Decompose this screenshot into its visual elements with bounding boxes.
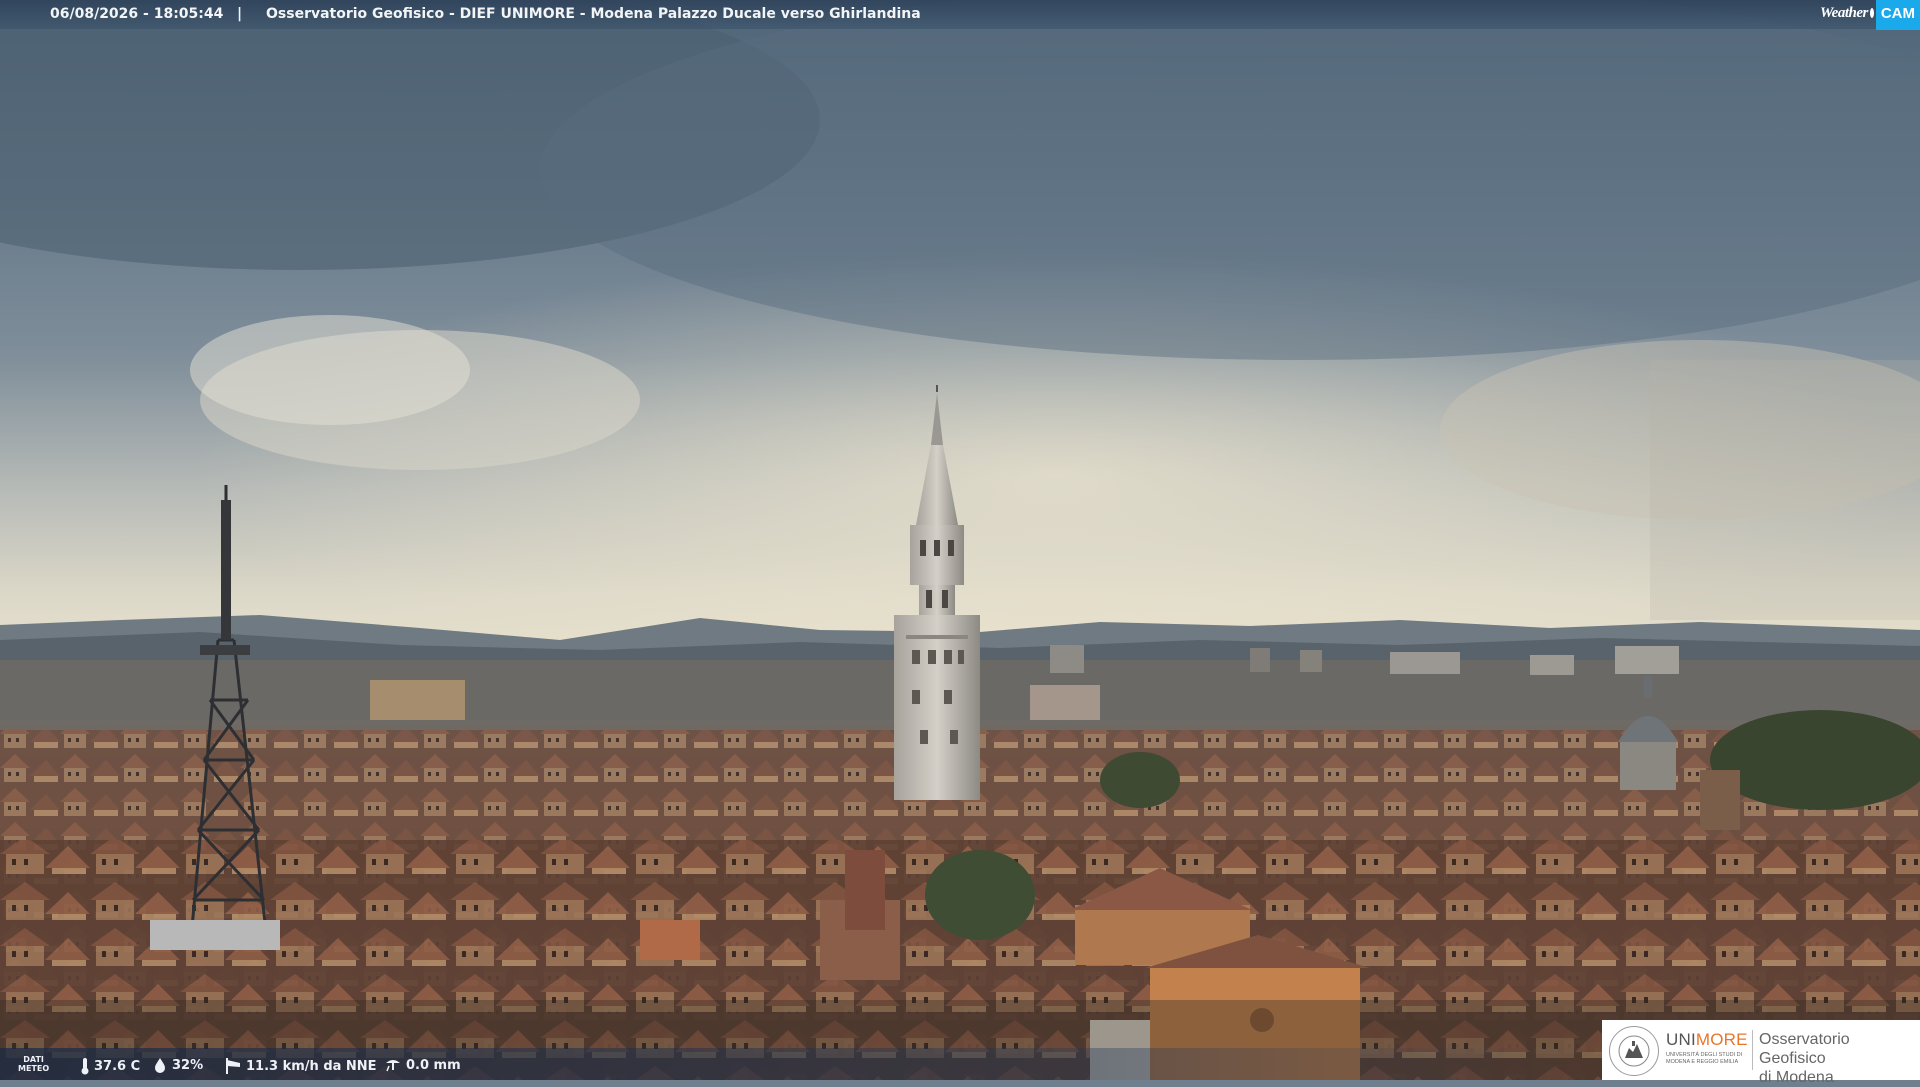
meteo-bar: DATI METEO 37.6 C 32% 11.3 km/h da NNE 0… [0, 1048, 1600, 1080]
temperature-value: 37.6 C [94, 1058, 141, 1074]
temperature-readout: 37.6 C [80, 1057, 140, 1075]
observatory-name: Osservatorio Geofisico di Modena [1759, 1030, 1920, 1087]
weathercam-logo-cam: CAM [1875, 0, 1920, 30]
brand-more: MORE [1695, 1030, 1748, 1049]
meteo-label: DATI METEO [18, 1055, 49, 1073]
logo-divider [1752, 1030, 1753, 1070]
institution-logo: UNIMORE UNIVERSITÀ DEGLI STUDI DI MODENA… [1602, 1020, 1920, 1086]
weathercam-dot-icon [1869, 8, 1874, 18]
rain-readout: 0.0 mm [384, 1057, 461, 1073]
humidity-drop-icon [155, 1058, 165, 1073]
brand-subtitle: UNIVERSITÀ DEGLI STUDI DI MODENA E REGGI… [1666, 1052, 1743, 1065]
thermometer-icon [81, 1058, 89, 1075]
humidity-readout: 32% [152, 1057, 203, 1073]
meteo-label-line1: DATI [23, 1055, 44, 1064]
timestamp: 06/08/2026 - 18:05:44 [50, 6, 224, 22]
weathercam-logo-weather: Weather [1819, 4, 1868, 21]
meteo-label-line2: METEO [18, 1064, 50, 1073]
rain-gauge-icon [386, 1060, 400, 1072]
weathercam-logo: Weather CAM [1819, 0, 1920, 30]
webcam-title: Osservatorio Geofisico - DIEF UNIMORE - … [266, 6, 921, 22]
university-seal-icon [1609, 1026, 1659, 1076]
rain-value: 0.0 mm [406, 1057, 461, 1073]
top-caption-bar: 06/08/2026 - 18:05:44 | Osservatorio Geo… [0, 0, 1920, 30]
wind-value: 11.3 km/h da NNE [246, 1058, 377, 1074]
observatory-line2: di Modena [1759, 1069, 1834, 1086]
observatory-line1: Osservatorio Geofisico [1759, 1031, 1850, 1067]
wind-readout: 11.3 km/h da NNE [224, 1057, 377, 1075]
humidity-value: 32% [172, 1057, 204, 1073]
brand-name: UNIMORE [1666, 1030, 1748, 1050]
brand-uni: UNI [1666, 1030, 1696, 1049]
caption-separator: | [237, 6, 243, 22]
webcam-photo [0, 0, 1920, 1080]
wind-sock-icon [226, 1058, 240, 1074]
